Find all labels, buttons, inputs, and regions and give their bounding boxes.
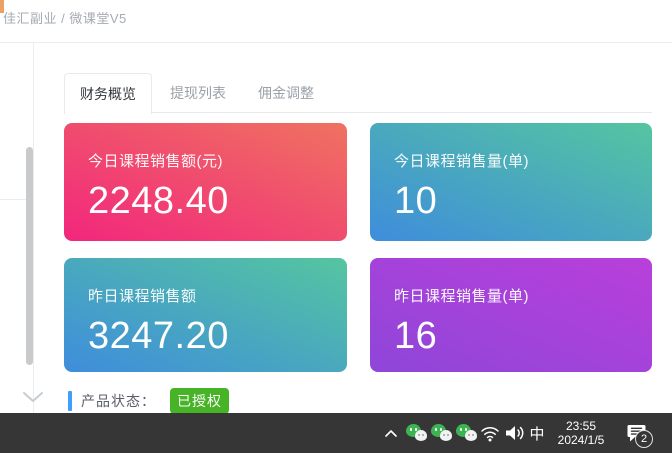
card-label: 昨日课程销售额 — [88, 285, 323, 306]
wechat-icon[interactable] — [406, 424, 428, 443]
volume-icon[interactable] — [503, 423, 525, 443]
scrollbar-thumb[interactable] — [26, 147, 33, 365]
tab-withdraw-list[interactable]: 提现列表 — [170, 73, 226, 113]
product-status-row: 产品状态： 已授权 — [68, 388, 229, 414]
stat-cards: 今日课程销售额(元) 2248.40 今日课程销售量(单) 10 昨日课程销售额… — [64, 123, 652, 372]
breadcrumb: 佳汇副业 / 微课堂V5 — [3, 8, 127, 27]
product-status-label: 产品状态： — [81, 391, 156, 411]
tab-bar: 财务概览 提现列表 佣金调整 — [64, 73, 652, 113]
card-yesterday-sales-amount: 昨日课程销售额 3247.20 — [64, 258, 347, 372]
card-today-sales-amount: 今日课程销售额(元) 2248.40 — [64, 123, 347, 241]
tab-finance-overview[interactable]: 财务概览 — [64, 73, 152, 114]
card-value: 16 — [394, 317, 628, 355]
taskbar: 中 23:55 2024/1/5 2 — [0, 413, 672, 453]
accent-bar — [68, 391, 72, 411]
chevron-down-icon[interactable] — [21, 390, 45, 404]
card-label: 今日课程销售量(单) — [394, 150, 628, 171]
wechat-icon[interactable] — [431, 424, 453, 443]
card-value: 10 — [394, 182, 628, 220]
taskbar-clock[interactable]: 23:55 2024/1/5 — [551, 419, 611, 447]
wifi-icon[interactable] — [480, 424, 500, 442]
ime-indicator[interactable]: 中 — [527, 423, 547, 443]
chevron-up-icon[interactable] — [382, 425, 400, 441]
card-label: 今日课程销售额(元) — [88, 150, 323, 171]
wechat-bubble-small — [465, 430, 477, 441]
card-value: 2248.40 — [88, 182, 323, 220]
wechat-bubble-small — [440, 430, 452, 441]
card-yesterday-sales-count: 昨日课程销售量(单) 16 — [370, 258, 652, 372]
card-label: 昨日课程销售量(单) — [394, 285, 628, 306]
wechat-icon[interactable] — [456, 424, 478, 443]
card-value: 3247.20 — [88, 317, 323, 355]
status-badge: 已授权 — [170, 388, 229, 415]
clock-date: 2024/1/5 — [558, 433, 605, 447]
wechat-bubble-small — [415, 430, 427, 441]
card-today-sales-count: 今日课程销售量(单) 10 — [370, 123, 652, 241]
screen: 佳汇副业 / 微课堂V5 财务概览 提现列表 佣金调整 今日课程销售额(元) 2… — [0, 0, 672, 453]
notification-count-badge[interactable]: 2 — [635, 430, 653, 448]
tab-commission-adjust[interactable]: 佣金调整 — [258, 73, 314, 113]
header-divider — [0, 42, 672, 43]
clock-time: 23:55 — [566, 419, 596, 433]
